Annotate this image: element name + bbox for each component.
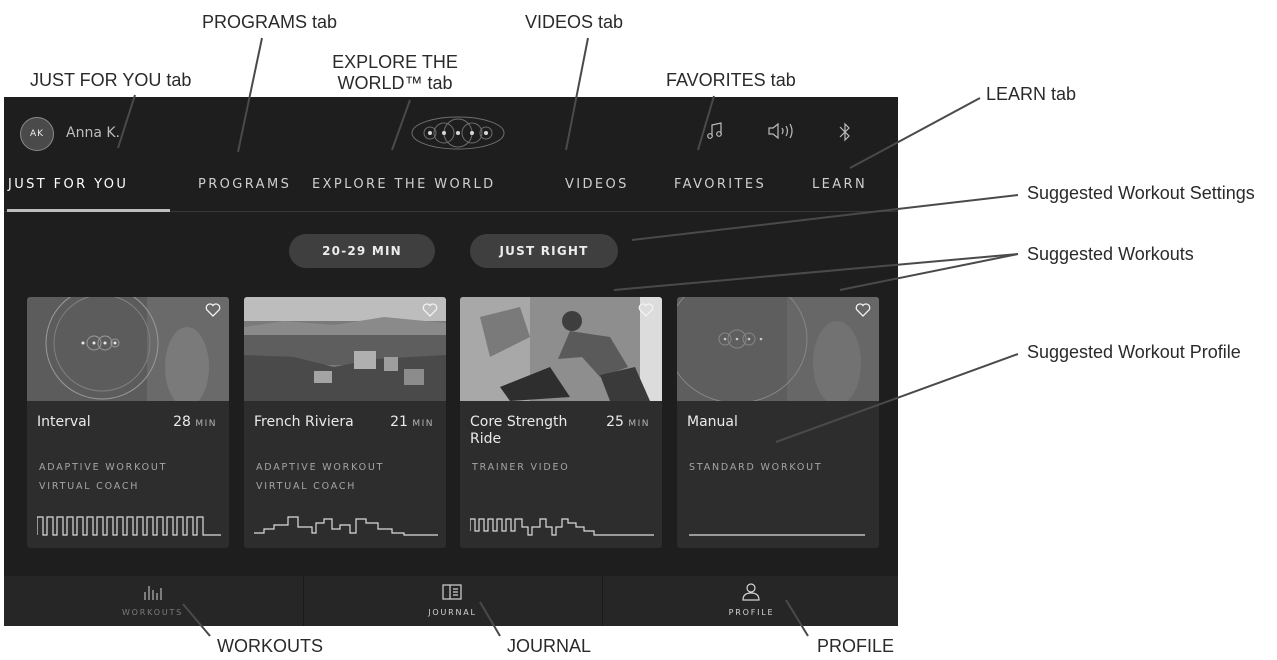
brand-logo-icon [411, 116, 505, 150]
workout-minutes: 28 [173, 414, 191, 430]
callout-explore-tab: EXPLORE THE WORLD™ tab [320, 52, 470, 94]
intensity-setting-button[interactable]: JUST RIGHT [470, 234, 618, 268]
workout-thumbnail [677, 297, 879, 401]
favorite-heart-icon[interactable] [855, 303, 871, 317]
active-tab-indicator [7, 209, 170, 212]
workout-minutes-unit: MIN [195, 419, 217, 429]
workout-profile-graph [254, 516, 438, 536]
nav-profile-label: PROFILE [728, 608, 775, 617]
workout-profile-graph [470, 518, 654, 536]
journal-icon [442, 584, 462, 600]
workout-profile-graph [37, 516, 221, 536]
workout-type: ADAPTIVE WORKOUT [256, 462, 385, 473]
workout-minutes-unit: MIN [628, 419, 650, 429]
workout-duration: 25 MIN [606, 414, 650, 430]
workout-profile-graph [689, 534, 865, 536]
workout-card-french-riviera[interactable]: French Riviera 21 MIN ADAPTIVE WORKOUT V… [244, 297, 446, 548]
avatar[interactable]: AK [20, 117, 54, 151]
app-screen: AK Anna K. JUST FOR YOU PROGRAMS EXPLORE… [4, 97, 898, 626]
tab-just-for-you[interactable]: JUST FOR YOU [8, 177, 128, 192]
favorite-heart-icon[interactable] [422, 303, 438, 317]
callout-videos-tab: VIDEOS tab [525, 12, 624, 32]
callout-programs-tab: PROGRAMS tab [202, 12, 338, 32]
callout-learn-tab: LEARN tab [986, 84, 1077, 104]
nav-journal[interactable]: JOURNAL [303, 576, 601, 626]
music-icon[interactable] [706, 121, 724, 141]
callout-workouts: WORKOUTS [217, 636, 323, 656]
nav-journal-label: JOURNAL [428, 608, 477, 617]
workout-duration: 28 MIN [173, 414, 217, 430]
workout-coach: VIRTUAL COACH [39, 481, 140, 492]
workout-title: French Riviera [254, 414, 354, 430]
callout-just-for-you-tab: JUST FOR YOU tab [30, 70, 192, 90]
nav-workouts[interactable]: WORKOUTS [4, 576, 301, 626]
nav-workouts-label: WORKOUTS [121, 608, 184, 617]
workout-title: Core Strength Ride [470, 414, 568, 447]
callout-suggested-workout-profile: Suggested Workout Profile [1027, 342, 1241, 362]
callout-journal: JOURNAL [507, 636, 592, 656]
workout-thumbnail [244, 297, 446, 401]
tab-explore-the-world[interactable]: EXPLORE THE WORLD [312, 177, 496, 192]
tab-videos[interactable]: VIDEOS [565, 177, 629, 192]
callout-explore-line1: EXPLORE THE [332, 52, 458, 72]
user-name[interactable]: Anna K. [66, 125, 120, 141]
bluetooth-icon[interactable] [838, 121, 852, 143]
callout-profile: PROFILE [817, 636, 895, 656]
callout-suggested-workouts: Suggested Workouts [1027, 244, 1194, 264]
callout-explore-line2: WORLD™ tab [337, 73, 453, 93]
nav-profile[interactable]: PROFILE [602, 576, 898, 626]
workout-type: TRAINER VIDEO [472, 462, 570, 473]
bottom-nav: WORKOUTS JOURNAL PROFILE [4, 576, 898, 626]
workout-minutes: 25 [606, 414, 624, 430]
workout-title: Interval [37, 414, 91, 430]
tab-bar: JUST FOR YOU PROGRAMS EXPLORE THE WORLD … [4, 177, 898, 212]
workout-card-core-strength-ride[interactable]: Core Strength Ride 25 MIN TRAINER VIDEO [460, 297, 662, 548]
duration-setting-button[interactable]: 20-29 MIN [289, 234, 435, 268]
workout-card-manual[interactable]: Manual STANDARD WORKOUT [677, 297, 879, 548]
workout-duration: 21 MIN [390, 414, 434, 430]
workout-title: Manual [687, 414, 738, 430]
workout-thumbnail [460, 297, 662, 401]
tab-favorites[interactable]: FAVORITES [674, 177, 766, 192]
workout-thumbnail [27, 297, 229, 401]
callout-favorites-tab: FAVORITES tab [666, 70, 796, 90]
callout-suggested-workout-settings: Suggested Workout Settings [1027, 183, 1255, 203]
person-icon [742, 583, 760, 601]
bar-chart-icon [144, 586, 162, 600]
workout-type: STANDARD WORKOUT [689, 462, 823, 473]
favorite-heart-icon[interactable] [205, 303, 221, 317]
workout-card-interval[interactable]: Interval 28 MIN ADAPTIVE WORKOUT VIRTUAL… [27, 297, 229, 548]
tab-learn[interactable]: LEARN [812, 177, 867, 192]
workout-type: ADAPTIVE WORKOUT [39, 462, 168, 473]
favorite-heart-icon[interactable] [638, 303, 654, 317]
workout-minutes-unit: MIN [412, 419, 434, 429]
workout-coach: VIRTUAL COACH [256, 481, 357, 492]
workout-minutes: 21 [390, 414, 408, 430]
volume-icon[interactable] [767, 121, 795, 141]
tab-programs[interactable]: PROGRAMS [198, 177, 291, 192]
